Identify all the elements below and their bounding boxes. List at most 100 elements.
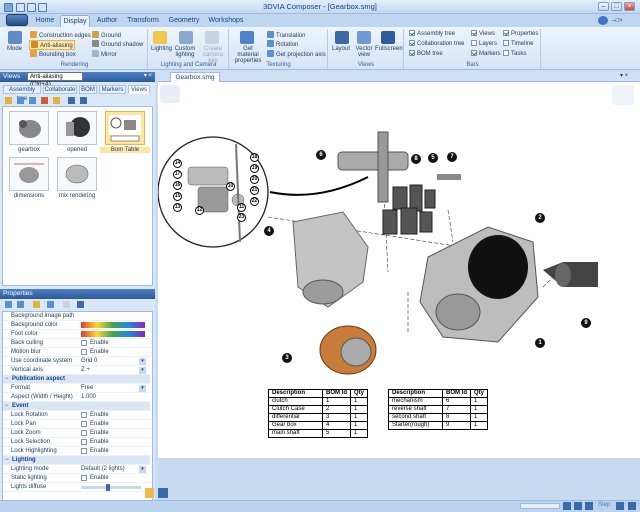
chevron-down-icon[interactable]: ▾: [139, 358, 146, 365]
mode-button[interactable]: Mode: [7, 46, 22, 52]
color-swatch[interactable]: [81, 331, 145, 337]
property-value[interactable]: Free: [81, 384, 93, 393]
zoom-slider[interactable]: [520, 503, 560, 509]
checkbox-icon[interactable]: [81, 439, 87, 445]
callout-13[interactable]: 13: [173, 203, 182, 212]
tab-home[interactable]: Home: [32, 15, 58, 27]
callout-22[interactable]: 22: [250, 197, 259, 206]
callout-19[interactable]: 19: [250, 164, 259, 173]
subtab-views[interactable]: Views: [128, 85, 150, 94]
toggle-views[interactable]: Views: [471, 30, 495, 37]
checkbox-icon[interactable]: [81, 475, 87, 481]
callout-5[interactable]: 5: [428, 153, 438, 163]
property-value[interactable]: Enable: [90, 339, 109, 348]
status-icon-2[interactable]: [574, 502, 582, 510]
tab-workshops[interactable]: Workshops: [206, 15, 246, 27]
callout-3[interactable]: 3: [282, 353, 292, 363]
callout-20[interactable]: 20: [250, 175, 259, 184]
checkbox-icon[interactable]: [81, 421, 87, 427]
checkbox-icon[interactable]: [81, 412, 87, 418]
property-value[interactable]: Default (2 lights): [81, 465, 125, 474]
tab-display[interactable]: Display: [60, 15, 90, 27]
categorized-icon[interactable]: [5, 301, 12, 308]
move-up-icon[interactable]: [68, 97, 75, 104]
callout-7[interactable]: 7: [447, 152, 457, 162]
checkbox-icon[interactable]: [81, 448, 87, 454]
property-value[interactable]: 1.000: [81, 393, 96, 402]
close-button[interactable]: ×: [624, 2, 635, 11]
filter-icon[interactable]: [33, 301, 40, 308]
ground-button[interactable]: Ground: [92, 31, 121, 39]
move-down-icon[interactable]: [80, 97, 87, 104]
callout-17[interactable]: 17: [173, 170, 182, 179]
tab-transform[interactable]: Transform: [124, 15, 162, 27]
chevron-down-icon[interactable]: ▾: [139, 385, 146, 392]
callout-8[interactable]: 8: [411, 154, 421, 164]
tab-author[interactable]: Author: [93, 15, 121, 27]
checkbox-icon[interactable]: [81, 349, 87, 355]
property-row[interactable]: Background color: [3, 321, 150, 330]
update-view-icon[interactable]: [17, 97, 24, 104]
subtab-collaborate[interactable]: Collaborate: [43, 85, 77, 94]
toggle-timeline[interactable]: Timeline: [503, 40, 533, 47]
property-row[interactable]: Lock Selection Enable: [3, 438, 150, 447]
window-controls[interactable]: –□×: [612, 18, 636, 24]
toggle-markers[interactable]: Markers: [471, 50, 501, 57]
custom-lighting-button[interactable]: Custom lighting: [174, 46, 196, 58]
pages-icon[interactable]: [47, 301, 54, 308]
callout-18[interactable]: 18: [250, 153, 259, 162]
callout-21[interactable]: 21: [250, 186, 259, 195]
layout-button[interactable]: Layout: [332, 46, 350, 52]
help-icon[interactable]: [598, 16, 608, 25]
property-value[interactable]: Enable: [90, 474, 109, 483]
collapse-icon[interactable]: −: [5, 402, 9, 411]
property-value[interactable]: Enable: [90, 420, 109, 429]
lighting-button[interactable]: Lighting: [151, 46, 172, 52]
property-category[interactable]: Lighting −: [3, 456, 150, 465]
panel-controls[interactable]: ▾ ×: [130, 72, 152, 81]
construction-edges-button[interactable]: Construction edges: [30, 31, 91, 39]
vector-view-button[interactable]: Vector view: [353, 46, 375, 58]
callout-11[interactable]: 11: [237, 203, 246, 212]
color-swatch[interactable]: [81, 322, 145, 328]
subtab-markers[interactable]: Markers: [99, 85, 126, 94]
delete-view-icon[interactable]: [41, 97, 48, 104]
property-row[interactable]: Lock Rotation Enable: [3, 411, 150, 420]
checkbox-icon[interactable]: [81, 340, 87, 346]
view-thumbnail-opened[interactable]: [57, 111, 97, 145]
capture-icon[interactable]: [29, 97, 36, 104]
toggle-tasks[interactable]: Tasks: [503, 50, 526, 57]
application-menu-button[interactable]: [6, 14, 28, 26]
toggle-assembly-tree[interactable]: Assembly tree: [409, 30, 455, 37]
translation-button[interactable]: Translation: [267, 31, 305, 39]
options-icon[interactable]: [63, 301, 70, 308]
property-row[interactable]: Lock Zoom Enable: [3, 429, 150, 438]
tab-geometry[interactable]: Geometry: [166, 15, 202, 27]
anti-aliasing-button[interactable]: Anti-aliasing: [29, 40, 75, 50]
callout-4[interactable]: 4: [264, 226, 274, 236]
lights-diffuse-slider[interactable]: [81, 484, 141, 491]
property-row[interactable]: Lock Pan Enable: [3, 420, 150, 429]
edit-view-icon[interactable]: [53, 97, 60, 104]
callout-15[interactable]: 15: [173, 192, 182, 201]
property-row[interactable]: Lights diffuse: [3, 483, 150, 492]
status-icon-1[interactable]: [563, 502, 571, 510]
bounding-box-button[interactable]: Bounding box: [30, 50, 76, 58]
property-row[interactable]: Vertical axis Z + ▾: [3, 366, 150, 375]
property-row[interactable]: Motion blur Enable: [3, 348, 150, 357]
callout-23[interactable]: 23: [237, 213, 246, 222]
new-view-icon[interactable]: [5, 97, 12, 104]
checkbox-icon[interactable]: [81, 430, 87, 436]
view-thumbnail-mix-rendering[interactable]: [57, 157, 97, 191]
property-value[interactable]: Grid 0: [81, 357, 97, 366]
property-value[interactable]: Enable: [90, 438, 109, 447]
sort-icon[interactable]: [17, 301, 24, 308]
view-thumbnail-bom-table[interactable]: [105, 111, 145, 145]
property-row[interactable]: Lighting mode Default (2 lights) ▾: [3, 465, 150, 474]
property-category[interactable]: Publication aspect −: [3, 375, 150, 384]
rotation-button[interactable]: Rotation: [267, 40, 298, 48]
chevron-down-icon[interactable]: ▾: [139, 367, 146, 374]
toggle-bom-tree[interactable]: BOM tree: [409, 50, 443, 57]
resize-grip-icon[interactable]: [145, 488, 154, 498]
property-row[interactable]: Static lighting Enable: [3, 474, 150, 483]
